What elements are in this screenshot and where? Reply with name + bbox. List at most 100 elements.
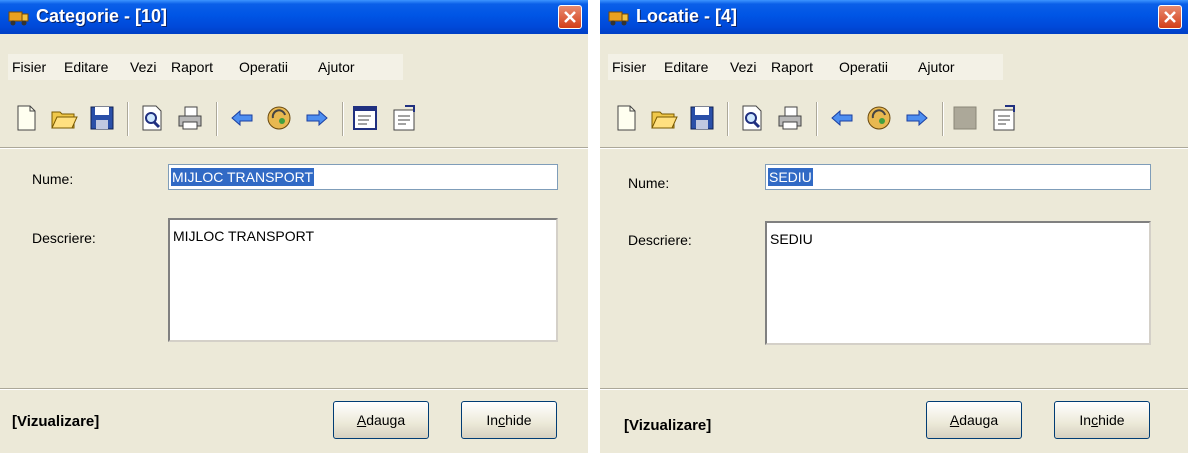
refresh-icon (867, 106, 891, 130)
menu-fisier[interactable]: Fisier (612, 59, 646, 75)
properties-icon (393, 105, 415, 131)
menu-editare[interactable]: Editare (664, 59, 708, 75)
nume-label: Nume: (32, 171, 74, 187)
window-locatie: Locatie - [4] Fisier Editare Vezi Raport… (600, 0, 1188, 453)
toolbar (600, 92, 1188, 142)
close-icon (564, 11, 576, 23)
inchide-label-pre: In (486, 412, 499, 428)
print-button[interactable] (776, 104, 804, 132)
app-truck-icon (8, 11, 29, 26)
disabled-icon (953, 106, 977, 130)
inchide-label-rest: hide (505, 412, 532, 428)
arrow-left-icon (231, 109, 253, 127)
open-button[interactable] (650, 104, 678, 132)
nume-input[interactable]: SEDIU (765, 164, 1151, 190)
new-button[interactable] (612, 104, 640, 132)
menu-editare[interactable]: Editare (64, 59, 108, 75)
nume-value: MIJLOC TRANSPORT (171, 168, 315, 186)
print-button[interactable] (176, 104, 204, 132)
descriere-textarea[interactable]: SEDIU (765, 221, 1151, 345)
save-icon (90, 106, 114, 130)
descriere-label: Descriere: (32, 230, 96, 246)
bottom-divider (0, 388, 588, 390)
arrow-right-icon (306, 109, 328, 127)
adauga-label: dauga (366, 412, 406, 428)
descriere-textarea[interactable]: MIJLOC TRANSPORT (168, 218, 558, 342)
menu-ajutor[interactable]: Ajutor (318, 59, 355, 75)
toolbar-separator (216, 102, 218, 136)
toolbar-separator (942, 102, 944, 136)
adauga-hotkey: A (949, 412, 960, 428)
new-icon (17, 105, 36, 131)
close-button[interactable] (558, 5, 582, 29)
print-icon (178, 106, 202, 130)
arrow-left-icon (831, 109, 853, 127)
menu-ajutor[interactable]: Ajutor (918, 59, 955, 75)
close-button[interactable] (1158, 5, 1182, 29)
menu-fisier[interactable]: Fisier (12, 59, 46, 75)
open-folder-icon (51, 111, 78, 129)
disabled-button[interactable] (951, 104, 979, 132)
next-button[interactable] (903, 104, 931, 132)
print-preview-icon (742, 105, 762, 131)
inchide-label-rest: hide (1098, 412, 1125, 428)
open-button[interactable] (50, 104, 78, 132)
menu-vezi[interactable]: Vezi (730, 59, 756, 75)
print-preview-button[interactable] (138, 104, 166, 132)
menu-operatii[interactable]: Operatii (239, 59, 288, 75)
toolbar-separator (727, 102, 729, 136)
properties-button[interactable] (390, 104, 418, 132)
print-preview-button[interactable] (738, 104, 766, 132)
toolbar-divider (600, 147, 1188, 149)
save-button[interactable] (688, 104, 716, 132)
refresh-button[interactable] (265, 104, 293, 132)
title-bar[interactable]: Locatie - [4] (600, 0, 1188, 34)
status-mode: [Vizualizare] (624, 417, 712, 434)
adauga-label: dauga (959, 412, 999, 428)
adauga-button[interactable]: Adauga (333, 401, 429, 439)
print-icon (778, 106, 802, 130)
nume-label: Nume: (628, 175, 670, 191)
inchide-button[interactable]: Inchide (1054, 401, 1150, 439)
menu-raport[interactable]: Raport (171, 59, 213, 75)
bottom-divider (600, 388, 1188, 390)
refresh-button[interactable] (865, 104, 893, 132)
nume-input[interactable]: MIJLOC TRANSPORT (168, 164, 558, 190)
adauga-hotkey: A (356, 412, 367, 428)
save-icon (690, 106, 714, 130)
toolbar (0, 92, 588, 142)
window-categorie: Categorie - [10] Fisier Editare Vezi Rap… (0, 0, 588, 453)
menu-operatii[interactable]: Operatii (839, 59, 888, 75)
print-preview-icon (142, 105, 162, 131)
properties-button[interactable] (990, 104, 1018, 132)
properties-icon (993, 105, 1015, 131)
previous-button[interactable] (228, 104, 256, 132)
menu-vezi[interactable]: Vezi (130, 59, 156, 75)
toolbar-separator (127, 102, 129, 136)
inchide-button[interactable]: Inchide (461, 401, 557, 439)
list-button[interactable] (351, 104, 379, 132)
inchide-label-pre: In (1079, 412, 1092, 428)
next-button[interactable] (303, 104, 331, 132)
nume-value: SEDIU (768, 168, 813, 186)
adauga-button[interactable]: Adauga (926, 401, 1022, 439)
menu-raport[interactable]: Raport (771, 59, 813, 75)
previous-button[interactable] (828, 104, 856, 132)
window-title: Locatie - [4] (636, 6, 738, 26)
descriere-value: SEDIU (770, 231, 813, 247)
new-button[interactable] (12, 104, 40, 132)
new-icon (617, 105, 636, 131)
app-truck-icon (608, 11, 629, 26)
list-icon (353, 106, 377, 130)
toolbar-separator (816, 102, 818, 136)
toolbar-separator (342, 102, 344, 136)
close-icon (1164, 11, 1176, 23)
toolbar-divider (0, 147, 588, 149)
open-folder-icon (651, 111, 678, 129)
menu-bar: Fisier Editare Vezi Raport Operatii Ajut… (608, 54, 1003, 80)
title-bar[interactable]: Categorie - [10] (0, 0, 588, 34)
save-button[interactable] (88, 104, 116, 132)
menu-bar: Fisier Editare Vezi Raport Operatii Ajut… (8, 54, 403, 80)
status-mode: [Vizualizare] (12, 413, 100, 430)
window-title: Categorie - [10] (36, 6, 168, 26)
